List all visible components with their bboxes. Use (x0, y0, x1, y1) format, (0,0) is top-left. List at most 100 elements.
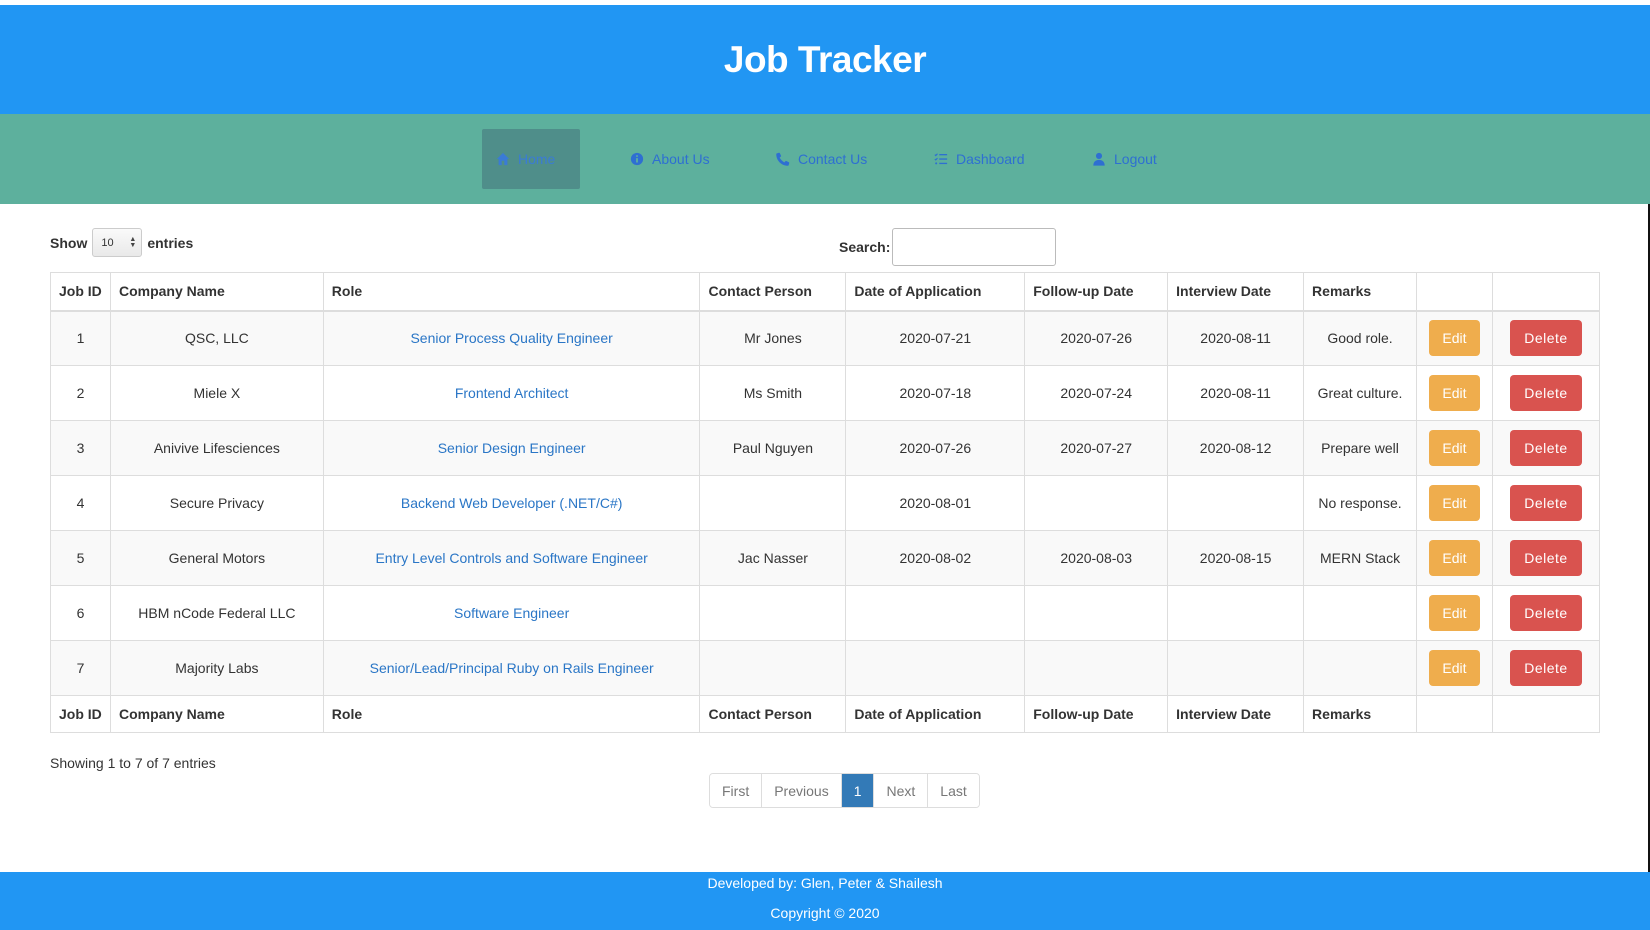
cell-followup (1024, 585, 1169, 641)
edit-button[interactable]: Edit (1428, 375, 1480, 411)
cell-followup: 2020-08-03 (1024, 530, 1169, 586)
pagination-last[interactable]: Last (928, 774, 979, 807)
nav-home-link[interactable]: Home (482, 129, 580, 189)
cell-contact: Mr Jones (699, 310, 847, 366)
header-role[interactable]: Role (322, 272, 701, 312)
pagination: First Previous 1 Next Last (709, 773, 980, 808)
cell-delete: Delete (1491, 640, 1601, 696)
role-link[interactable]: Entry Level Controls and Software Engine… (375, 550, 647, 566)
nav-contact-label: Contact Us (798, 151, 868, 167)
search-input[interactable] (892, 228, 1057, 266)
app-header: Job Tracker (0, 5, 1650, 114)
delete-button[interactable]: Delete (1509, 650, 1582, 686)
page: Job Tracker Home About Us Contact Us Das… (0, 0, 1650, 930)
role-link[interactable]: Backend Web Developer (.NET/C#) (401, 495, 623, 511)
header-date-of-application[interactable]: Date of Application (845, 272, 1026, 312)
role-link[interactable]: Senior/Lead/Principal Ruby on Rails Engi… (370, 660, 654, 676)
delete-button[interactable]: Delete (1509, 375, 1582, 411)
cell-remarks: Prepare well (1303, 420, 1417, 476)
header-job-id[interactable]: Job ID (50, 272, 111, 312)
cell-company: Majority Labs (109, 640, 324, 696)
nav-logout-link[interactable]: Logout (1092, 129, 1157, 189)
header-interview-date[interactable]: Interview Date (1167, 272, 1305, 312)
cell-delete: Delete (1491, 420, 1601, 476)
search-control: Search: (839, 228, 1057, 266)
cell-delete: Delete (1491, 310, 1601, 366)
jobs-table: Job ID Company Name Role Contact Person … (50, 272, 1601, 733)
header-company-name[interactable]: Company Name (109, 272, 324, 312)
cell-company: General Motors (109, 530, 324, 586)
cell-interview: 2020-08-15 (1167, 530, 1305, 586)
table-row: 4 Secure Privacy Backend Web Developer (… (50, 475, 1601, 531)
footer-job-id: Job ID (50, 695, 111, 733)
edit-button[interactable]: Edit (1428, 595, 1480, 631)
delete-button[interactable]: Delete (1509, 595, 1582, 631)
page-title: Job Tracker (723, 38, 927, 80)
cell-applied: 2020-07-21 (845, 310, 1026, 366)
cell-interview: 2020-08-11 (1167, 310, 1305, 366)
delete-button[interactable]: Delete (1509, 540, 1582, 576)
cell-job-id: 2 (50, 365, 111, 421)
nav-about-link[interactable]: About Us (630, 129, 710, 189)
edit-button[interactable]: Edit (1428, 430, 1480, 466)
show-label: Show (50, 234, 88, 251)
role-link[interactable]: Senior Design Engineer (438, 440, 586, 456)
delete-button[interactable]: Delete (1509, 430, 1582, 466)
cell-applied (845, 640, 1026, 696)
nav-dashboard-link[interactable]: Dashboard (934, 129, 1025, 189)
header-delete (1491, 272, 1601, 312)
length-control: Show 10 ▲ ▼ entries (50, 228, 193, 257)
footer-delete (1491, 695, 1601, 733)
role-link[interactable]: Frontend Architect (455, 385, 569, 401)
cell-remarks (1303, 585, 1417, 641)
header-remarks[interactable]: Remarks (1303, 272, 1417, 312)
delete-button[interactable]: Delete (1509, 485, 1582, 521)
footer-company-name: Company Name (109, 695, 324, 733)
pagination-first[interactable]: First (710, 774, 763, 807)
cell-contact (699, 585, 847, 641)
table-row: 3 Anivive Lifesciences Senior Design Eng… (50, 420, 1601, 476)
cell-job-id: 1 (50, 310, 111, 366)
footer-interview-date: Interview Date (1167, 695, 1305, 733)
cell-role: Frontend Architect (322, 365, 701, 421)
delete-button[interactable]: Delete (1509, 320, 1582, 357)
role-link[interactable]: Software Engineer (454, 605, 569, 621)
entries-length-select[interactable]: 10 ▲ ▼ (92, 228, 143, 257)
cell-job-id: 7 (50, 640, 111, 696)
edit-button[interactable]: Edit (1428, 485, 1480, 521)
pagination-previous[interactable]: Previous (762, 774, 842, 807)
cell-followup: 2020-07-26 (1024, 310, 1169, 366)
edit-button[interactable]: Edit (1428, 540, 1480, 576)
cell-applied: 2020-07-26 (845, 420, 1026, 476)
phone-icon (776, 152, 790, 166)
cell-delete: Delete (1491, 365, 1601, 421)
search-label: Search: (839, 239, 891, 255)
cell-applied: 2020-08-01 (845, 475, 1026, 531)
cell-interview (1167, 640, 1305, 696)
pagination-page-1[interactable]: 1 (841, 774, 875, 807)
header-edit (1415, 272, 1493, 312)
cell-edit: Edit (1415, 420, 1493, 476)
cell-delete: Delete (1491, 475, 1601, 531)
header-follow-up-date[interactable]: Follow-up Date (1024, 272, 1169, 312)
info-circle-icon (630, 152, 644, 166)
nav-contact-link[interactable]: Contact Us (776, 129, 867, 189)
cell-interview (1167, 475, 1305, 531)
edit-button[interactable]: Edit (1428, 650, 1480, 686)
cell-company: QSC, LLC (109, 310, 324, 366)
cell-followup: 2020-07-24 (1024, 365, 1169, 421)
header-contact-person[interactable]: Contact Person (699, 272, 847, 312)
footer-date-of-application: Date of Application (845, 695, 1026, 733)
footer-edit (1415, 695, 1493, 733)
edit-button[interactable]: Edit (1428, 320, 1480, 357)
cell-role: Software Engineer (322, 585, 701, 641)
cell-contact (699, 640, 847, 696)
table-row: 6 HBM nCode Federal LLC Software Enginee… (50, 585, 1601, 641)
cell-delete: Delete (1491, 585, 1601, 641)
cell-job-id: 5 (50, 530, 111, 586)
cell-applied: 2020-08-02 (845, 530, 1026, 586)
role-link[interactable]: Senior Process Quality Engineer (410, 330, 612, 346)
cell-role: Senior Process Quality Engineer (322, 310, 701, 366)
cell-remarks (1303, 640, 1417, 696)
pagination-next[interactable]: Next (874, 774, 929, 807)
